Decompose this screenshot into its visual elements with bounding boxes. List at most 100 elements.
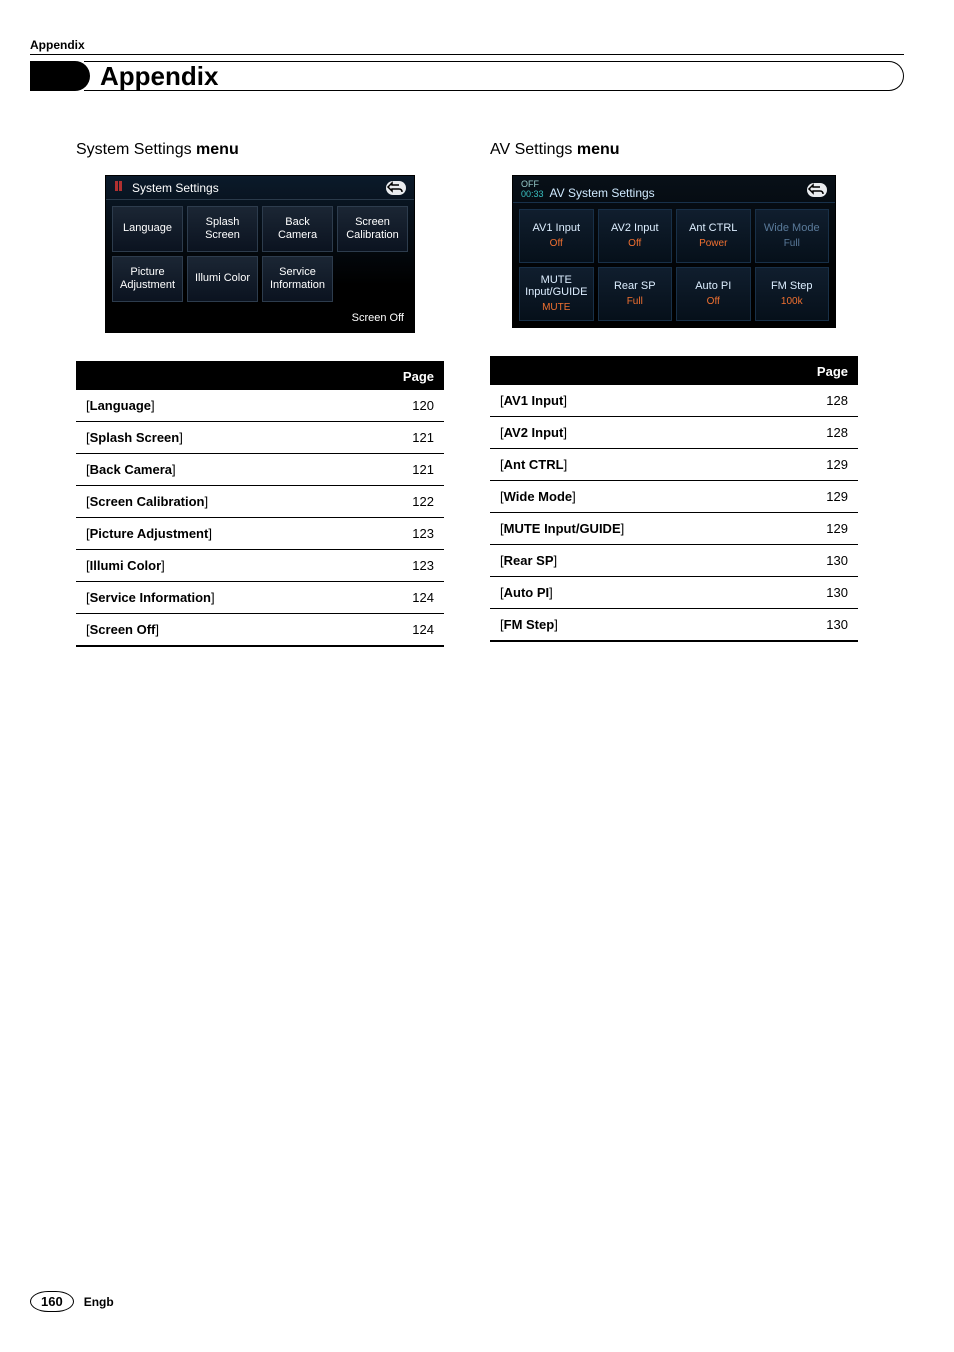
table-row: [Service Information]124 — [76, 582, 444, 614]
row-label: [Language] — [76, 390, 350, 422]
tile-language: Language — [112, 206, 183, 252]
av-settings-heading: AV Settings menu — [490, 141, 858, 159]
table-row: [AV2 Input]128 — [490, 416, 858, 448]
av-settings-screenshot: OFF 00:33 AV System Settings AV1 Input Of… — [512, 175, 836, 328]
row-page: 128 — [762, 416, 858, 448]
system-settings-heading: System Settings menu — [76, 141, 444, 159]
th-page: Page — [350, 362, 444, 390]
av-tile-value: Full — [627, 296, 643, 307]
system-settings-table: Page [Language]120[Splash Screen]121[Bac… — [76, 361, 444, 647]
row-page: 120 — [350, 390, 444, 422]
av-tile-label: Wide Mode — [764, 222, 820, 234]
av-tile: AV1 Input Off — [519, 209, 594, 263]
table-row: [AV1 Input]128 — [490, 385, 858, 417]
table-row: [Back Camera]121 — [76, 454, 444, 486]
row-page: 129 — [762, 480, 858, 512]
tile-back-camera: BackCamera — [262, 206, 333, 252]
title-bar: Appendix — [30, 61, 904, 91]
tile-splash-screen: SplashScreen — [187, 206, 258, 252]
row-page: 121 — [350, 422, 444, 454]
av-screenshot-title: AV System Settings — [550, 186, 655, 200]
row-label: [Rear SP] — [490, 544, 762, 576]
av-tile-value: MUTE — [542, 302, 570, 313]
off-indicator: OFF 00:33 — [521, 180, 544, 200]
table-row: [Language]120 — [76, 390, 444, 422]
row-page: 123 — [350, 550, 444, 582]
row-label: [AV2 Input] — [490, 416, 762, 448]
row-label: [Service Information] — [76, 582, 350, 614]
av-tile-label: AV2 Input — [611, 222, 659, 234]
row-label: [Splash Screen] — [76, 422, 350, 454]
tile-screen-calibration: ScreenCalibration — [337, 206, 408, 252]
table-row: [FM Step]130 — [490, 608, 858, 641]
row-label: [MUTE Input/GUIDE] — [490, 512, 762, 544]
av-tile-value: 100k — [781, 296, 803, 307]
av-tile: Auto PI Off — [676, 267, 751, 321]
av-tile: Ant CTRL Power — [676, 209, 751, 263]
page-number: 160 — [30, 1291, 74, 1312]
page-title: Appendix — [84, 61, 904, 91]
table-row: [MUTE Input/GUIDE]129 — [490, 512, 858, 544]
settings-icon — [114, 180, 126, 195]
back-icon — [807, 183, 827, 197]
row-label: [Screen Calibration] — [76, 486, 350, 518]
av-tile-label: AV1 Input — [533, 222, 581, 234]
av-tile: MUTE Input/GUIDEMUTE — [519, 267, 594, 321]
header-section-label: Appendix — [30, 38, 904, 55]
lang-label: Engb — [84, 1295, 114, 1309]
row-label: [Auto PI] — [490, 576, 762, 608]
row-label: [Picture Adjustment] — [76, 518, 350, 550]
av-tile-label: Auto PI — [695, 280, 731, 292]
heading-light: AV Settings — [490, 141, 577, 158]
row-label: [Screen Off] — [76, 614, 350, 647]
back-icon — [386, 181, 406, 195]
av-tile: Wide Mode Full — [755, 209, 830, 263]
system-settings-tile-grid: Language SplashScreen BackCamera ScreenC… — [106, 200, 414, 308]
row-label: [FM Step] — [490, 608, 762, 641]
th-page: Page — [762, 357, 858, 385]
tile-empty — [337, 256, 408, 302]
av-tile: FM Step100k — [755, 267, 830, 321]
right-column: AV Settings menu OFF 00:33 AV System Set… — [490, 141, 858, 647]
table-row: [Ant CTRL]129 — [490, 448, 858, 480]
title-bullet — [30, 61, 90, 91]
row-page: 129 — [762, 512, 858, 544]
av-tile-value: Off — [707, 296, 720, 307]
row-page: 121 — [350, 454, 444, 486]
av-settings-table: Page [AV1 Input]128[AV2 Input]128[Ant CT… — [490, 356, 858, 642]
row-label: [Ant CTRL] — [490, 448, 762, 480]
system-settings-tbody: [Language]120[Splash Screen]121[Back Cam… — [76, 390, 444, 646]
av-tile-label: Rear SP — [614, 280, 656, 292]
av-tile: Rear SP Full — [598, 267, 673, 321]
av-tile-value: Off — [550, 238, 563, 249]
av-tile-value: Full — [784, 238, 800, 249]
table-row: [Wide Mode]129 — [490, 480, 858, 512]
row-page: 124 — [350, 614, 444, 647]
row-page: 130 — [762, 544, 858, 576]
system-settings-screenshot: System Settings Language SplashScreen Ba… — [105, 175, 415, 333]
table-row: [Illumi Color]123 — [76, 550, 444, 582]
tile-service-information: ServiceInformation — [262, 256, 333, 302]
row-label: [Back Camera] — [76, 454, 350, 486]
heading-heavy: menu — [196, 141, 239, 158]
av-tile-value: Off — [628, 238, 641, 249]
av-tile: AV2 Input Off — [598, 209, 673, 263]
av-settings-tile-grid: AV1 Input Off AV2 Input Off Ant CTRL Power Wid… — [513, 203, 835, 327]
table-row: [Picture Adjustment]123 — [76, 518, 444, 550]
row-label: [AV1 Input] — [490, 385, 762, 417]
screenshot-title: System Settings — [132, 181, 219, 195]
av-tile-value: Power — [699, 238, 727, 249]
av-tile-label: Ant CTRL — [689, 222, 737, 234]
page-footer: 160 Engb — [30, 1291, 114, 1312]
table-row: [Auto PI]130 — [490, 576, 858, 608]
tile-illumi-color: Illumi Color — [187, 256, 258, 302]
av-settings-tbody: [AV1 Input]128[AV2 Input]128[Ant CTRL]12… — [490, 385, 858, 641]
row-label: [Illumi Color] — [76, 550, 350, 582]
table-row: [Splash Screen]121 — [76, 422, 444, 454]
left-column: System Settings menu System Settings Lan… — [76, 141, 444, 647]
th-blank — [76, 362, 350, 390]
row-page: 123 — [350, 518, 444, 550]
heading-heavy: menu — [577, 141, 620, 158]
th-blank — [490, 357, 762, 385]
screen-off-label: Screen Off — [106, 308, 414, 332]
